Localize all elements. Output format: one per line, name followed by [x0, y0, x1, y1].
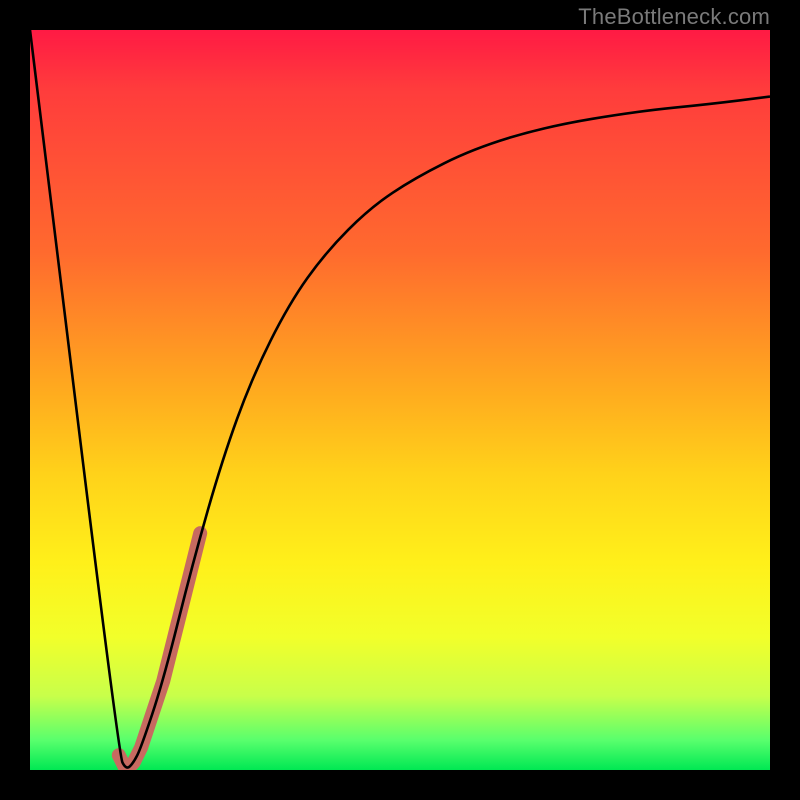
- main-curve: [30, 30, 770, 768]
- plot-area: [30, 30, 770, 770]
- chart-svg: [30, 30, 770, 770]
- chart-frame: TheBottleneck.com: [0, 0, 800, 800]
- highlight-segment: [119, 533, 200, 770]
- attribution-label: TheBottleneck.com: [578, 4, 770, 30]
